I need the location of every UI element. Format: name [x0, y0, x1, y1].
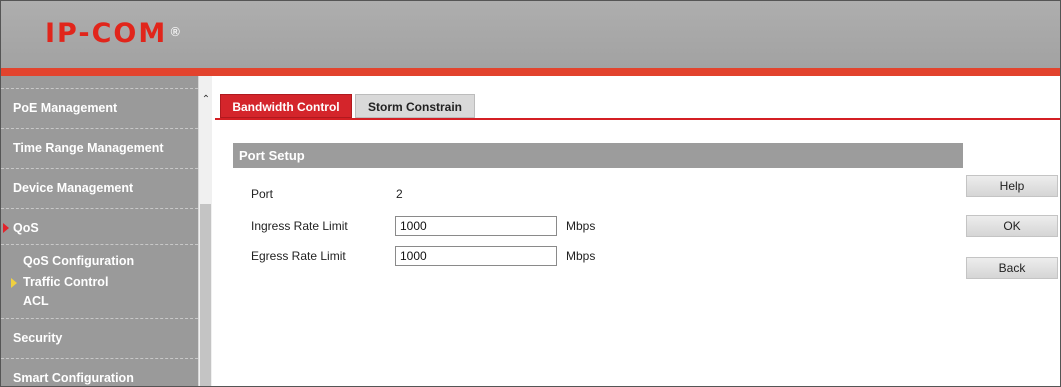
sidebar-item-label: Device Management — [13, 181, 134, 195]
scrollbar-thumb[interactable] — [200, 204, 211, 386]
header-bar: IP-COM ® — [1, 1, 1060, 68]
sidebar-subitem-acl[interactable]: ACL — [23, 294, 49, 308]
section-title: Port Setup — [233, 143, 963, 168]
help-button[interactable]: Help — [966, 175, 1058, 197]
sidebar-item-time-range-management[interactable]: Time Range Management — [1, 128, 198, 168]
tab-storm-constrain[interactable]: Storm Constrain — [355, 94, 475, 118]
app-frame: IP-COM ® PoE Management Time Range Manage… — [0, 0, 1061, 387]
sidebar-item-device-management[interactable]: Device Management — [1, 168, 198, 208]
sidebar-subitem-traffic-control[interactable]: Traffic Control — [23, 275, 108, 289]
tab-bandwidth-control[interactable]: Bandwidth Control — [220, 94, 352, 118]
sidebar-item-label: Security — [13, 331, 63, 345]
sidebar-item-label: QoS — [13, 221, 39, 235]
egress-unit: Mbps — [566, 249, 596, 263]
egress-rate-input[interactable] — [395, 246, 557, 266]
scroll-up-icon[interactable]: ⌃ — [200, 94, 212, 106]
sidebar-nav: PoE Management Time Range Management Dev… — [1, 76, 198, 386]
sidebar-scrollbar[interactable]: ⌃ — [198, 76, 212, 386]
sidebar-subitem-qos-configuration[interactable]: QoS Configuration — [23, 254, 134, 268]
egress-rate-label: Egress Rate Limit — [251, 249, 346, 263]
active-arrow-icon — [11, 278, 17, 288]
tab-bar: Bandwidth Control Storm Constrain — [215, 92, 1060, 120]
sidebar-item-security[interactable]: Security — [1, 318, 198, 358]
expanded-arrow-icon — [3, 223, 9, 233]
sidebar-item-label: Time Range Management — [13, 141, 164, 155]
sidebar-item-smart-configuration[interactable]: Smart Configuration — [1, 358, 198, 386]
brand-logo: IP-COM ® — [45, 19, 181, 49]
registered-mark: ® — [169, 25, 184, 39]
port-value: 2 — [396, 187, 403, 201]
port-label: Port — [251, 187, 274, 201]
ingress-rate-label: Ingress Rate Limit — [251, 219, 348, 233]
sidebar-item-poe-management[interactable]: PoE Management — [1, 88, 198, 128]
logo-text: IP-COM — [45, 18, 168, 49]
header-accent-bar — [1, 68, 1060, 76]
sidebar-item-label: Smart Configuration — [13, 371, 134, 385]
ingress-rate-input[interactable] — [395, 216, 557, 236]
back-button[interactable]: Back — [966, 257, 1058, 279]
sidebar-item-label: PoE Management — [13, 101, 118, 115]
ok-button[interactable]: OK — [966, 215, 1058, 237]
sidebar-item-qos[interactable]: QoS — [1, 208, 198, 248]
ingress-unit: Mbps — [566, 219, 596, 233]
divider — [1, 244, 198, 245]
